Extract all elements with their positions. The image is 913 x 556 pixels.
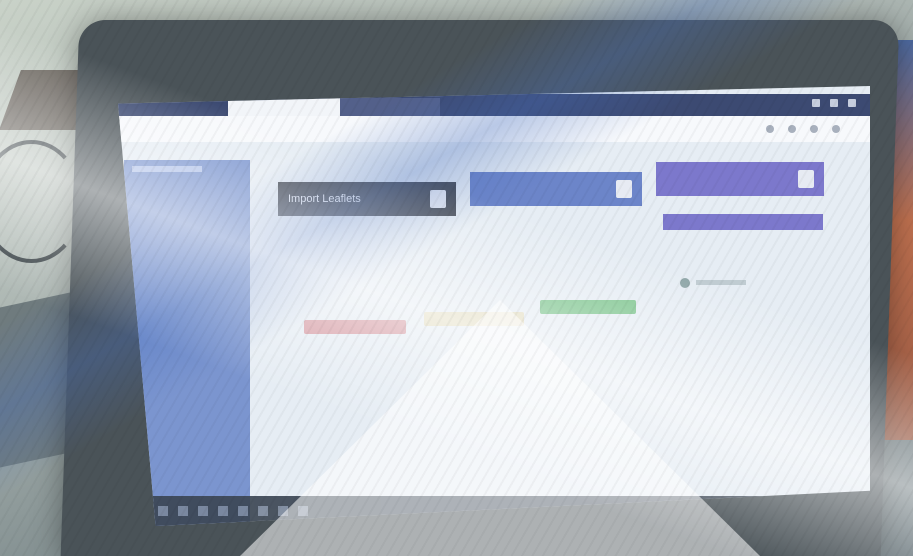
background-book (0, 292, 70, 468)
tile-label: Import Leaflets (288, 193, 361, 205)
glare-reflection (240, 300, 760, 556)
close-icon[interactable] (848, 99, 856, 107)
option-radio-label (696, 280, 746, 285)
search-icon[interactable] (178, 506, 188, 516)
cloud-icon (798, 170, 814, 188)
toolbar-icon[interactable] (810, 125, 818, 133)
start-icon[interactable] (158, 506, 168, 516)
users-icon (616, 180, 632, 198)
taskbar-app-icon[interactable] (198, 506, 208, 516)
sidebar-header (132, 166, 202, 172)
toolbar (118, 116, 870, 142)
cloud-tile[interactable] (656, 162, 824, 196)
option-radio[interactable] (680, 278, 690, 288)
window-controls (812, 99, 856, 107)
toolbar-icon[interactable] (788, 125, 796, 133)
minimize-icon[interactable] (812, 99, 820, 107)
maximize-icon[interactable] (830, 99, 838, 107)
taskbar-app-icon[interactable] (218, 506, 228, 516)
secondary-action-button[interactable] (663, 214, 823, 230)
toolbar-icon[interactable] (832, 125, 840, 133)
users-tile[interactable] (470, 172, 642, 206)
toolbar-icons (766, 125, 840, 133)
import-leaflets-tile[interactable]: Import Leaflets (278, 182, 456, 216)
document-icon (430, 190, 446, 208)
toolbar-icon[interactable] (766, 125, 774, 133)
window-tab[interactable] (340, 98, 440, 116)
